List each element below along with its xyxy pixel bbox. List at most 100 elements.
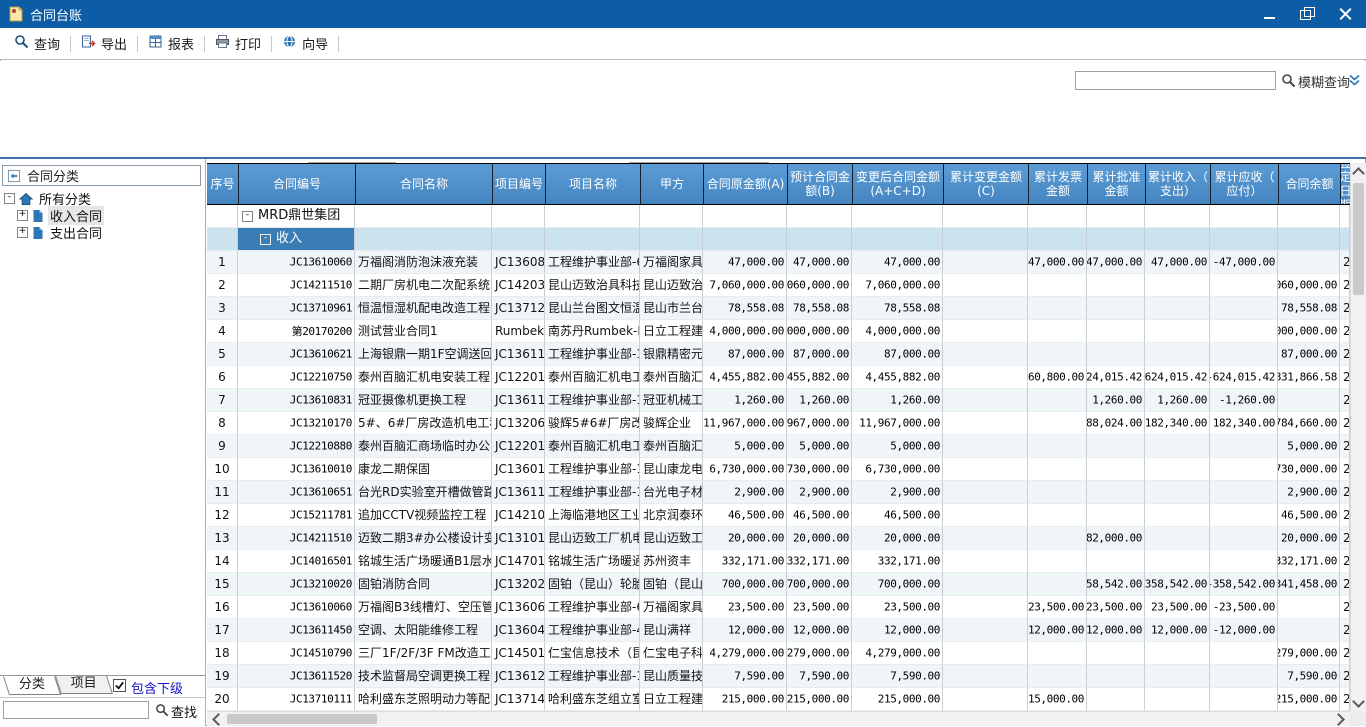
column-header-inv[interactable]: 累计发票 金额 [1028, 164, 1087, 204]
column-header-acd[interactable]: 变更后合同金额 (A+C+D) [852, 164, 943, 204]
column-header-no[interactable]: 合同编号 [238, 164, 355, 204]
table-row[interactable]: 14JC14016501铭城生活广场暖通B1层水JC14701铭城生活广场暖通苏… [207, 550, 1350, 573]
filter-area: 货币单位: 元 清算: 未清算 币种: 人民币 合同属性: 收入合同 全部（本位… [0, 61, 1366, 157]
table-row[interactable]: 11JC13610651台光RD实验室开槽做管路JC13611-5工程维护事业部… [207, 481, 1350, 504]
cell-app [1087, 504, 1145, 527]
toolbar-button-导出[interactable]: 导出 [75, 31, 133, 56]
column-header-a[interactable]: 合同原金额(A) [703, 164, 787, 204]
table-row[interactable]: 13JC14211510迈致二期3#办公楼设计变更JC13101昆山迈致工厂机电… [207, 527, 1350, 550]
table-row[interactable]: 3JC13710961恒温恒湿机配电改造工程JC13712昆山兰台图文恒温昆山市… [207, 297, 1350, 320]
scroll-right-button[interactable] [1332, 712, 1348, 726]
minimize-button[interactable] [1258, 4, 1280, 24]
tree-item-收入合同[interactable]: +收入合同 [0, 207, 205, 224]
cell-c [943, 619, 1028, 642]
column-header-seq[interactable]: 序号 [207, 164, 238, 204]
table-row[interactable]: 4第20170200测试营业合同1Rumbek-Ra南苏丹Rumbek-Ra日立… [207, 320, 1350, 343]
cell-value: 460,800.00 [1028, 371, 1084, 384]
scroll-up-button[interactable] [1351, 163, 1366, 180]
vertical-scrollbar-thumb[interactable] [1353, 183, 1364, 295]
table-row[interactable]: 2JC14211510二期厂房机电二次配系统JC14203昆山迈致治具科技昆山迈… [207, 274, 1350, 297]
column-header-app[interactable]: 累计批准 金额 [1087, 164, 1145, 204]
cell-rec [1210, 228, 1278, 251]
column-header-name[interactable]: 合同名称 [355, 164, 492, 204]
find-input[interactable] [3, 701, 149, 719]
column-header-pno[interactable]: 项目编号 [492, 164, 545, 204]
column-header-inc[interactable]: 累计收入（ 支出） [1145, 164, 1210, 204]
table-row[interactable]: 15JC13210020固铂消防合同JC13202固铂（昆山）轮胎固铂（昆山70… [207, 573, 1350, 596]
search-icon[interactable] [1281, 73, 1296, 91]
horizontal-scrollbar-thumb[interactable] [227, 714, 377, 724]
cell-value: 2,900.00 [1287, 486, 1337, 499]
fuzzy-search-button[interactable]: 模糊查询 [1298, 72, 1350, 91]
cell-inv: 23,500.00 [1028, 596, 1087, 619]
column-header-c[interactable]: 累计变更金额 (C) [943, 164, 1028, 204]
category-panel-header[interactable]: 合同分类 [2, 165, 201, 186]
group-cell-selected[interactable]: -收入 [238, 228, 355, 251]
table-row[interactable]: 6JC12210750泰州百脑汇机电安装工程JC12201泰州百脑汇机电工泰州百… [207, 366, 1350, 389]
table-row[interactable]: 7JC13610831冠亚摄像机更换工程JC13611-5工程维护事业部-1冠亚… [207, 389, 1350, 412]
vertical-scrollbar[interactable] [1350, 163, 1366, 711]
cell-inc: 624,015.42 [1145, 366, 1210, 389]
collapse-icon[interactable]: - [242, 211, 253, 222]
tree-item-所有分类[interactable]: -所有分类 [0, 190, 205, 207]
expand-icon[interactable]: + [17, 210, 28, 221]
search-icon[interactable] [155, 703, 169, 720]
cell-seq: 6 [207, 366, 238, 389]
cell-inv [1028, 228, 1087, 251]
cell-bal: 87,000.00 [1278, 343, 1340, 366]
column-header-party[interactable]: 甲方 [640, 164, 703, 204]
cell-value: 215,000.00 [722, 693, 784, 706]
quick-search-input[interactable] [1075, 71, 1276, 90]
horizontal-scrollbar[interactable] [207, 711, 1350, 726]
cell-inc [1145, 274, 1210, 297]
table-row[interactable]: 20JC13710111哈利盛东芝照明动力等配JC13714哈利盛东芝组立室日立… [207, 688, 1350, 711]
column-header-bal[interactable]: 合同余额 [1278, 164, 1340, 204]
cell-seq: 16 [207, 596, 238, 619]
collapse-icon[interactable]: - [260, 234, 271, 245]
cell-party: 日立工程建 [640, 688, 703, 711]
cell-value: 23,500.00 [793, 601, 849, 614]
tab-分类[interactable]: 分类 [3, 676, 61, 695]
cell-pno: JC14210 [492, 504, 545, 527]
cell-inv [1028, 527, 1087, 550]
cell-seq: 18 [207, 642, 238, 665]
cell-acd: 1,260.00 [852, 389, 943, 412]
double-chevron-down-icon[interactable] [1348, 73, 1361, 90]
tree-item-支出合同[interactable]: +支出合同 [0, 224, 205, 241]
table-row[interactable]: 17JC13611450空调、太阳能维修工程JC13604-5工程维护事业部-4… [207, 619, 1350, 642]
column-header-pname[interactable]: 项目名称 [545, 164, 640, 204]
find-button[interactable]: 查找 [171, 702, 197, 721]
table-row[interactable]: 8JC132101705#、6#厂房改造机电工程JC13206骏辉5#6#厂房改… [207, 412, 1350, 435]
table-row[interactable]: 10JC13610010康龙二期保固JC13601-5工程维护事业部-1昆山康龙… [207, 458, 1350, 481]
cell-value: 332,171.00 [787, 555, 849, 568]
close-button[interactable] [1334, 4, 1356, 24]
table-row[interactable]: 12JC15211781追加CCTV视频监控工程JC14210上海临港地区工业北… [207, 504, 1350, 527]
cell-acd: 5,000.00 [852, 435, 943, 458]
cell-value: 215,000.00 [1278, 693, 1337, 706]
group-row-income[interactable]: -收入 [207, 228, 1350, 251]
restore-button[interactable] [1296, 4, 1318, 24]
table-row[interactable]: 18JC14510790三厂1F/2F/3F FM改造工程JC14501仁宝信息… [207, 642, 1350, 665]
cell-acd: 23,500.00 [852, 596, 943, 619]
toolbar-button-向导[interactable]: 向导 [276, 31, 334, 56]
table-row[interactable]: 9JC12210880泰州百脑汇商场临时办公JC12201泰州百脑汇机电工泰州百… [207, 435, 1350, 458]
scroll-down-button[interactable] [1351, 694, 1366, 711]
table-row[interactable]: 5JC13610621上海银鼎一期1F空调送回JC13611-5工程维护事业部-… [207, 343, 1350, 366]
toolbar-button-打印[interactable]: 打印 [209, 31, 267, 56]
column-header-rec[interactable]: 累计应收（ 应付） [1210, 164, 1278, 204]
toolbar-button-查询[interactable]: 查询 [8, 31, 66, 56]
cell-bal: 2,900.00 [1278, 481, 1340, 504]
column-header-b[interactable]: 预计合同金 额(B) [787, 164, 852, 204]
cell-a: 47,000.00 [703, 251, 787, 274]
table-row[interactable]: 19JC13611520技术监督局空调更换工程JC13612-5工程维护事业部-… [207, 665, 1350, 688]
column-header-clip[interactable]: 签定日期 [1340, 164, 1350, 204]
include-children-checkbox[interactable] [113, 679, 126, 692]
table-row[interactable]: 1JC13610060万福阁消防泡沫液充装JC13608-5工程维护事业部-6万… [207, 251, 1350, 274]
collapse-icon[interactable]: - [4, 193, 15, 204]
table-row[interactable]: 16JC13610060万福阁B3线槽灯、空压管JC13606-5工程维护事业部… [207, 596, 1350, 619]
tab-项目[interactable]: 项目 [55, 676, 113, 694]
scroll-left-button[interactable] [209, 712, 225, 726]
group-row-company[interactable]: -MRD鼎世集团 [207, 205, 1350, 228]
toolbar-button-报表[interactable]: 报表 [142, 31, 200, 56]
expand-icon[interactable]: + [17, 227, 28, 238]
